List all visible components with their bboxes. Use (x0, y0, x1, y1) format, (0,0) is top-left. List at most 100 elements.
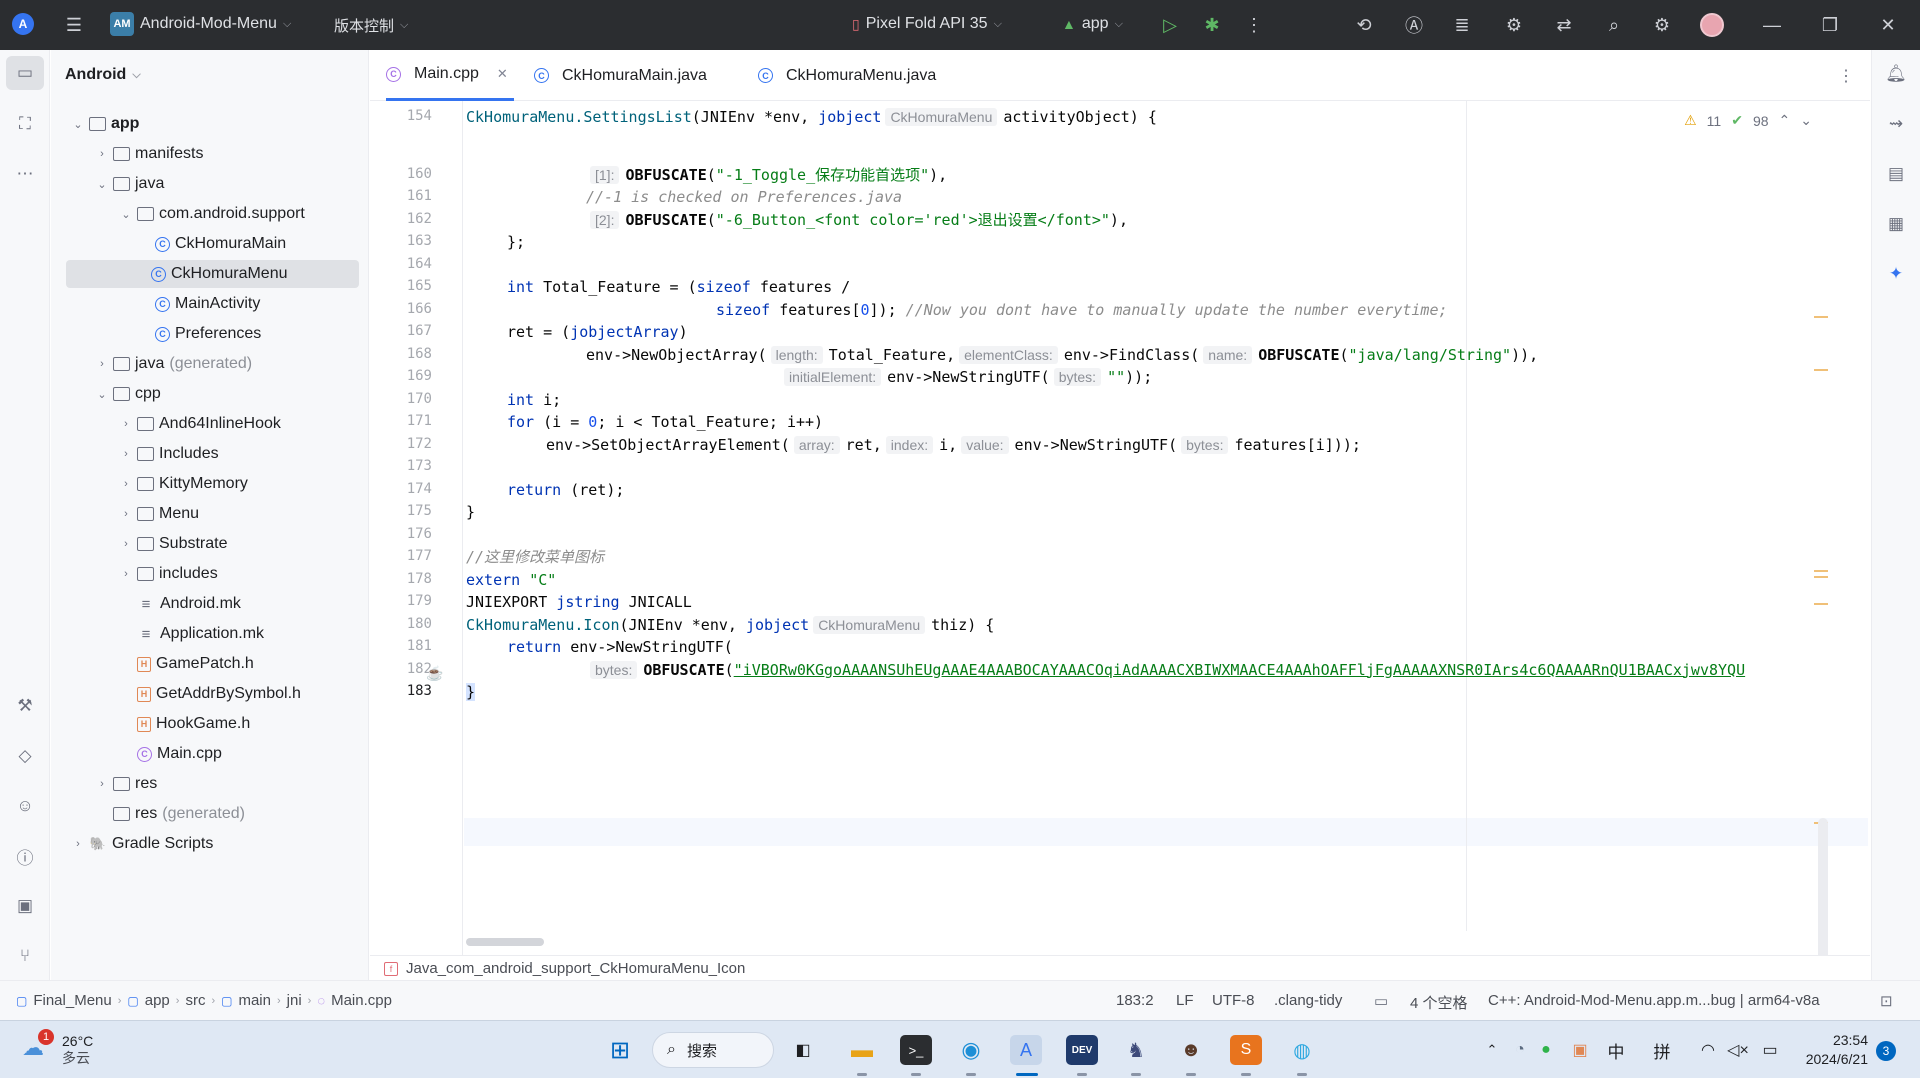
edge-browser-icon[interactable]: ◉ (955, 1035, 987, 1065)
sublime-text-icon[interactable]: S (1230, 1035, 1262, 1065)
tree-item-application-mk[interactable]: ≡ Application.mk (55, 620, 361, 648)
notifications-icon[interactable]: 🔔︎ (1884, 62, 1908, 86)
restore-icon[interactable]: ❐ (1818, 13, 1842, 37)
horizontal-scrollbar[interactable] (466, 938, 544, 946)
debug-icon[interactable]: ✱ (1200, 13, 1224, 37)
weather-widget[interactable]: ☁ 1 26°C 多云 (22, 1029, 93, 1067)
tray-wechat-icon[interactable]: ● (1530, 1035, 1562, 1065)
logcat-icon[interactable]: ☺ (13, 794, 37, 818)
function-breadcrumb-bar[interactable]: f Java_com_android_support_CkHomuraMenu_… (370, 955, 1870, 981)
code-line-162[interactable]: [2]: OBFUSCATE("-6_Button_<font color='re… (586, 206, 1128, 233)
code-line-163[interactable]: }; (507, 228, 525, 255)
tree-item-mainactivity[interactable]: C MainActivity (55, 290, 361, 318)
more-tools-icon[interactable]: ⋯ (13, 162, 37, 186)
chevron-down-icon[interactable]: ⌄ (1800, 112, 1812, 129)
code-line-166[interactable]: sizeof features[0]); //Now you dont have… (716, 296, 1448, 323)
language-context[interactable]: C++: Android-Mod-Menu.app.m...bug | arm6… (1488, 992, 1820, 1009)
notification-count-badge[interactable]: 3 (1876, 1041, 1896, 1061)
breadcrumb-item[interactable]: main (238, 992, 271, 1009)
ime-language[interactable]: 中 (1600, 1035, 1632, 1065)
tree-item-getaddrbysymbol-h[interactable]: H GetAddrBySymbol.h (55, 680, 361, 708)
tree-item-android-mk[interactable]: ≡ Android.mk (55, 590, 361, 618)
code-line-169[interactable]: initialElement: env->NewStringUTF(bytes: "… (780, 363, 1152, 390)
vcs-menu[interactable]: 版本控制 ⌵ (334, 15, 408, 36)
warning-marker[interactable] (1814, 570, 1828, 572)
breadcrumb-item[interactable]: Final_Menu (33, 992, 111, 1009)
translate-icon[interactable]: Ⓐ (1402, 13, 1426, 37)
warning-marker[interactable] (1814, 369, 1828, 371)
terminal-app-icon[interactable]: >_ (900, 1035, 932, 1065)
tree-item-manifests[interactable]: › manifests (55, 140, 361, 168)
warning-marker[interactable] (1814, 576, 1828, 578)
tab-options-icon[interactable]: ⋮ (1838, 50, 1854, 101)
tree-item-gradle-scripts[interactable]: › 🐘 Gradle Scripts (55, 830, 361, 858)
android-studio-taskbar-icon[interactable]: A (1010, 1035, 1042, 1065)
structure-icon[interactable]: ≣ (1450, 13, 1474, 37)
gemini-icon[interactable]: ✦ (1884, 262, 1908, 286)
dev-app-icon[interactable]: DEV (1066, 1035, 1098, 1065)
file-encoding[interactable]: UTF-8 (1212, 992, 1255, 1009)
device-manager-icon[interactable]: ⇄ (1552, 13, 1576, 37)
breadcrumb-item[interactable]: jni (287, 992, 302, 1009)
tree-item-res-generated[interactable]: res (generated) (55, 800, 361, 828)
code-line-154[interactable]: CkHomuraMenu.SettingsList (JNIEnv *env, j… (466, 103, 1157, 130)
run-icon[interactable]: ▷ (1158, 13, 1182, 37)
minimize-icon[interactable]: — (1760, 13, 1784, 37)
resource-manager-icon[interactable]: ⛶ (13, 112, 37, 136)
close-tab-icon[interactable]: ✕ (497, 66, 508, 82)
tree-item-kittymemory[interactable]: › KittyMemory (55, 470, 361, 498)
globe-app-icon[interactable]: ◍ (1286, 1035, 1318, 1065)
project-view-selector[interactable]: Android ⌵ (65, 66, 141, 84)
build-icon[interactable]: ⚒ (13, 694, 37, 718)
settings-gear-icon[interactable]: ⚙ (1650, 13, 1674, 37)
task-view-icon[interactable]: ◧ (787, 1035, 819, 1065)
breadcrumb-item[interactable]: Main.cpp (331, 992, 392, 1009)
tab-ckhomuramenu[interactable]: C CkHomuraMenu.java (758, 50, 936, 101)
tree-item-substrate[interactable]: › Substrate (55, 530, 361, 558)
breadcrumb[interactable]: ▢ Final_Menu › ▢ app › src › ▢ main › jn… (16, 992, 392, 1009)
battery-icon[interactable]: ▭ (1754, 1035, 1786, 1065)
chevron-up-icon[interactable]: ⌃ (1779, 112, 1791, 129)
tree-item-preferences[interactable]: C Preferences (55, 320, 361, 348)
character-app-icon[interactable]: ☻ (1175, 1035, 1207, 1065)
code-line-182[interactable]: bytes: OBFUSCATE("iVBORw0KGgoAAAANSUhEUgA… (586, 656, 1836, 683)
tree-item-cpp[interactable]: ⌄ cpp (55, 380, 361, 408)
code-line-174[interactable]: return (ret); (507, 476, 624, 503)
lock-icon[interactable]: ⊡ (1880, 992, 1893, 1010)
tree-item-ckhomuramain[interactable]: C CkHomuraMain (55, 230, 361, 258)
tree-item-includes-lower[interactable]: › includes (55, 560, 361, 588)
tree-item-and64inlinehook[interactable]: › And64InlineHook (55, 410, 361, 438)
tree-item-main-cpp[interactable]: C Main.cpp (55, 740, 361, 768)
clock[interactable]: 23:54 2024/6/21 (1796, 1031, 1868, 1069)
tree-item-menu[interactable]: › Menu (55, 500, 361, 528)
gradle-tool-icon[interactable]: ⇝ (1884, 112, 1908, 136)
tree-item-res[interactable]: › res (55, 770, 361, 798)
windows-start-icon[interactable]: ⊞ (604, 1035, 636, 1065)
wifi-icon[interactable]: ◠ (1692, 1035, 1724, 1065)
problems-icon[interactable]: ⓘ (13, 844, 37, 868)
breadcrumb-item[interactable]: app (145, 992, 170, 1009)
running-devices-icon[interactable]: ▦ (1884, 212, 1908, 236)
tab-main-cpp[interactable]: C Main.cpp ✕ (386, 50, 514, 101)
profiler-icon[interactable]: ⚙ (1502, 13, 1526, 37)
project-tool-icon[interactable]: ▭ (6, 56, 44, 90)
run-config-selector[interactable]: ▲ app ⌵ (1062, 15, 1123, 33)
indent-setting[interactable]: 4 个空格 (1410, 992, 1468, 1013)
user-avatar[interactable] (1700, 13, 1724, 37)
readonly-toggle-icon[interactable]: ▭ (1374, 992, 1388, 1010)
warning-marker[interactable] (1814, 316, 1828, 318)
tab-ckhomuramain[interactable]: C CkHomuraMain.java (534, 50, 707, 101)
tree-item-gamepatch-h[interactable]: H GamePatch.h (55, 650, 361, 678)
tree-item-includes[interactable]: › Includes (55, 440, 361, 468)
app-quality-icon[interactable]: ◇ (13, 744, 37, 768)
tree-item-ckhomuramenu[interactable]: C CkHomuraMenu (66, 260, 359, 288)
inspection-widget[interactable]: ⚠ 11 ✔ 98 ⌃ ⌄ (1684, 112, 1812, 129)
terminal-icon[interactable]: ▣ (13, 894, 37, 918)
ime-mode[interactable]: 拼 (1646, 1035, 1678, 1065)
device-selector[interactable]: ▯ Pixel Fold API 35 ⌵ (852, 15, 1002, 33)
version-control-icon[interactable]: ⑂ (13, 944, 37, 968)
project-selector[interactable]: AM Android-Mod-Menu ⌵ (110, 12, 291, 36)
tree-item-java-generated[interactable]: › java (generated) (55, 350, 361, 378)
main-menu-icon[interactable]: ☰ (62, 13, 86, 37)
volume-muted-icon[interactable]: ◁× (1722, 1035, 1754, 1065)
